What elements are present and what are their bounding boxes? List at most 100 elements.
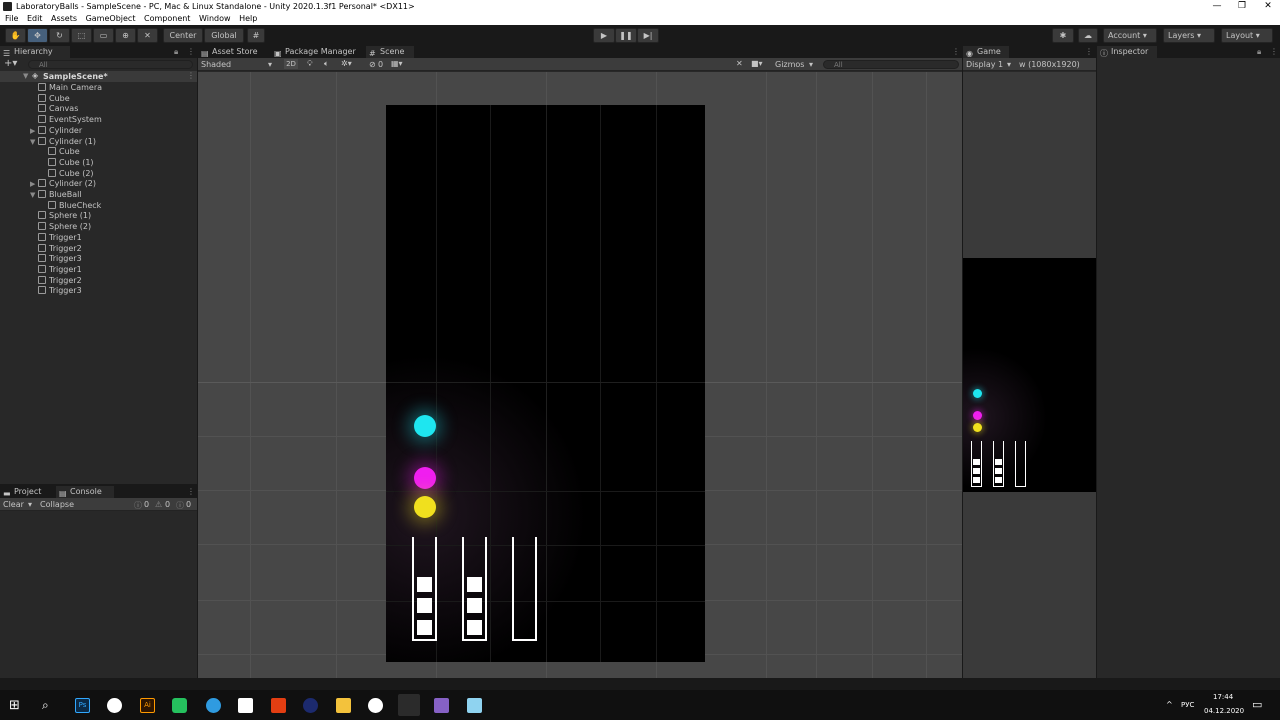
unity-editor-taskbar-icon[interactable]	[398, 694, 420, 716]
tools-icon[interactable]: ✕	[736, 59, 743, 68]
tray-chevron-icon[interactable]: ^	[1166, 700, 1173, 709]
expand-arrow-icon[interactable]: ▼	[30, 137, 35, 148]
search-icon[interactable]: ⌕	[42, 698, 49, 713]
shading-dropdown[interactable]: Shaded	[201, 60, 231, 69]
gizmos-dropdown-icon[interactable]: ▾	[809, 60, 813, 69]
hierarchy-item[interactable]: Sphere (2)	[38, 221, 91, 232]
lock-icon[interactable]: 🔒︎	[174, 47, 178, 57]
custom-tool-icon[interactable]: ✕	[137, 28, 158, 43]
pause-button-icon[interactable]: ❚❚	[615, 28, 637, 43]
notifications-icon[interactable]: ▭	[1252, 698, 1262, 711]
expand-arrow-icon[interactable]: ▼	[23, 72, 28, 80]
hierarchy-item[interactable]: ▶ Cylinder	[30, 125, 82, 136]
tab-game[interactable]: ◉ Game	[963, 46, 1009, 58]
hierarchy-item[interactable]: Canvas	[38, 103, 78, 114]
maximize-button[interactable]: ❐	[1228, 0, 1256, 13]
tab-project[interactable]: ▬ Project	[0, 486, 53, 498]
file-explorer-icon[interactable]	[336, 698, 351, 713]
move-tool-icon[interactable]: ✥	[27, 28, 48, 43]
panel-menu-icon[interactable]: ⋮	[187, 47, 195, 56]
scene-root-row[interactable]: ▼ ◈ SampleScene* ⋮	[0, 71, 197, 82]
expand-arrow-icon[interactable]: ▶	[30, 126, 35, 137]
hierarchy-item[interactable]: Trigger2	[38, 275, 82, 286]
add-icon[interactable]: +▾	[4, 58, 17, 69]
hierarchy-item[interactable]: Cube	[38, 93, 70, 104]
game-view[interactable]	[963, 258, 1096, 492]
tab-inspector[interactable]: ⓘ Inspector	[1097, 46, 1157, 58]
hierarchy-item[interactable]: Trigger1	[38, 264, 82, 275]
menu-gameobject[interactable]: GameObject	[86, 13, 136, 25]
scene-view[interactable]	[198, 72, 962, 678]
camera-icon[interactable]: ■▾	[751, 59, 763, 68]
hierarchy-item[interactable]: ▼ BlueBall	[30, 189, 82, 200]
hand-tool-icon[interactable]: ✋	[5, 28, 26, 43]
rect-tool-icon[interactable]: ▭	[93, 28, 114, 43]
tab-package-manager[interactable]: ▣ Package Manager	[271, 46, 363, 58]
gizmos-dropdown[interactable]: Gizmos	[775, 60, 804, 69]
hierarchy-item[interactable]: ▼ Cylinder (1)	[30, 136, 96, 147]
scale-tool-icon[interactable]: ⬚	[71, 28, 92, 43]
unity-hub-icon[interactable]	[238, 698, 253, 713]
clear-button[interactable]: Clear	[3, 500, 24, 509]
photoshop-icon[interactable]: Ps	[75, 698, 90, 713]
menu-component[interactable]: Component	[144, 13, 190, 25]
step-button-icon[interactable]: ▶|	[637, 28, 659, 43]
tube-3[interactable]	[512, 537, 537, 641]
layers-dropdown[interactable]: Layers ▾	[1163, 28, 1215, 43]
telegram-icon[interactable]	[206, 698, 221, 713]
tab-asset-store[interactable]: ▤ Asset Store	[198, 46, 268, 58]
close-button[interactable]: ✕	[1254, 0, 1280, 13]
panel-menu-icon[interactable]: ⋮	[1270, 47, 1278, 56]
display-dropdown-icon[interactable]: ▾	[1007, 60, 1011, 69]
lock-icon[interactable]: 🔒︎	[1257, 47, 1261, 57]
language-indicator[interactable]: РУС	[1181, 701, 1194, 709]
scene-menu-icon[interactable]: ⋮	[187, 71, 195, 80]
menu-edit[interactable]: Edit	[27, 13, 43, 25]
app-icon[interactable]	[467, 698, 482, 713]
display-dropdown[interactable]: Display 1	[966, 60, 1003, 69]
hierarchy-item[interactable]: BlueCheck	[48, 200, 101, 211]
pivot-center-button[interactable]: Center	[163, 28, 203, 43]
menu-file[interactable]: File	[5, 13, 18, 25]
menu-window[interactable]: Window	[199, 13, 231, 25]
hierarchy-item[interactable]: EventSystem	[38, 114, 102, 125]
illustrator-icon[interactable]: Ai	[140, 698, 155, 713]
rotate-tool-icon[interactable]: ↻	[49, 28, 70, 43]
warning-count-icon[interactable]: ⚠	[155, 500, 162, 509]
panel-menu-icon[interactable]: ⋮	[187, 487, 195, 496]
clock-date[interactable]: 04.12.2020	[1204, 707, 1244, 715]
panel-menu-icon[interactable]: ⋮	[1085, 47, 1093, 56]
pivot-global-button[interactable]: Global	[204, 28, 244, 43]
recorder-icon[interactable]	[107, 698, 122, 713]
expand-arrow-icon[interactable]: ▶	[30, 179, 35, 190]
tab-hierarchy[interactable]: ☰ Hierarchy	[0, 46, 70, 58]
visual-studio-icon[interactable]	[434, 698, 449, 713]
camera-canvas[interactable]	[386, 105, 705, 662]
audio-icon[interactable]: 🔈︎	[324, 59, 329, 69]
panel-menu-icon[interactable]: ⋮	[952, 47, 960, 56]
2d-toggle[interactable]: 2D	[284, 59, 298, 69]
collab-icon[interactable]: ✱	[1052, 28, 1074, 43]
account-dropdown[interactable]: Account ▾	[1103, 28, 1157, 43]
phone-icon[interactable]	[172, 698, 187, 713]
resolution-dropdown[interactable]: w (1080x1920)	[1019, 60, 1080, 69]
hierarchy-item[interactable]: Trigger2	[38, 243, 82, 254]
tab-scene[interactable]: # Scene	[366, 46, 414, 58]
hierarchy-item[interactable]: Cube (2)	[48, 168, 94, 179]
hierarchy-item[interactable]: Sphere (1)	[38, 210, 91, 221]
cloud-icon[interactable]: ☁	[1078, 28, 1098, 43]
clock-time[interactable]: 17:44	[1213, 693, 1233, 701]
windows-start-icon[interactable]: ⊞	[9, 698, 20, 713]
tab-console[interactable]: ▤ Console	[56, 486, 114, 498]
snap-grid-icon[interactable]: #	[247, 28, 265, 43]
play-button-icon[interactable]: ▶	[593, 28, 615, 43]
hierarchy-item[interactable]: Trigger1	[38, 232, 82, 243]
cyan-ball[interactable]	[414, 415, 436, 437]
hierarchy-item[interactable]: Trigger3	[38, 253, 82, 264]
yandex-browser-icon[interactable]	[368, 698, 383, 713]
info-count-icon[interactable]: ⓘ	[134, 500, 142, 511]
expand-arrow-icon[interactable]: ▼	[30, 190, 35, 201]
layout-dropdown[interactable]: Layout ▾	[1221, 28, 1273, 43]
scene-search-input[interactable]: All	[823, 60, 959, 69]
collapse-button[interactable]: Collapse	[40, 500, 74, 509]
